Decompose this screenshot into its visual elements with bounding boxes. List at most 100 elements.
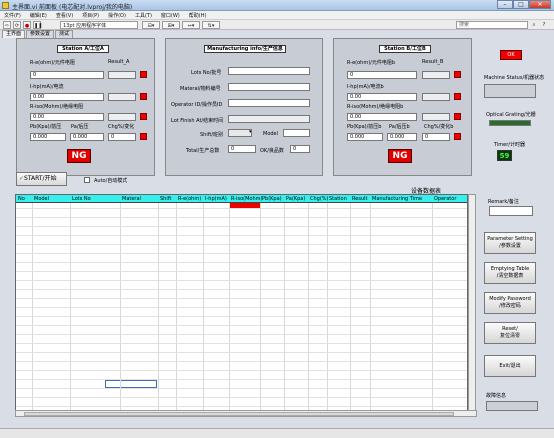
align-objects-icon[interactable]: ⊟▾ xyxy=(142,21,160,29)
modify-password-button[interactable]: Modify Password/修改密码 xyxy=(484,292,536,314)
pause-icon[interactable]: ❚❚ xyxy=(33,21,42,29)
maximize-button[interactable]: □ xyxy=(513,0,529,9)
run-continuous-icon[interactable]: ⟳ xyxy=(13,21,21,29)
horizontal-scrollbar[interactable] xyxy=(15,410,477,417)
menu-view[interactable]: 查看(V) xyxy=(56,12,73,19)
i-hp-label: I-hp(mA)/电流 xyxy=(30,84,64,90)
pb-b-label: Pb(Kpa)/前压b xyxy=(347,124,382,130)
reorder-icon[interactable]: ⇅▾ xyxy=(202,21,220,29)
r-iso-b-value: 0.00 xyxy=(347,113,417,121)
distribute-objects-icon[interactable]: ⊞▾ xyxy=(162,21,180,29)
resize-objects-icon[interactable]: ⇔▾ xyxy=(182,21,200,29)
chg-b-label: Chg%/变化b xyxy=(424,124,454,130)
optical-grating-indicator xyxy=(489,120,531,126)
auto-mode-checkbox[interactable] xyxy=(84,177,90,183)
table-row xyxy=(16,316,467,317)
abort-icon[interactable]: ● xyxy=(23,21,31,29)
menu-edit[interactable]: 编辑(E) xyxy=(30,12,47,19)
pb-value: 0.000 xyxy=(30,133,66,141)
chg-value: 0 xyxy=(108,133,136,141)
close-button[interactable]: ✕ xyxy=(529,0,551,9)
shift-label: Shift/班别 xyxy=(200,132,224,138)
table-row xyxy=(16,397,467,398)
pa-b-value: 0.000 xyxy=(387,133,417,141)
remark-input[interactable] xyxy=(489,206,533,216)
operator-input[interactable] xyxy=(228,99,310,107)
menu-help[interactable]: 帮助(H) xyxy=(189,12,207,19)
col-result: Result xyxy=(352,196,368,202)
lot-finish-label: Lot Finish At/结束时间 xyxy=(171,118,224,124)
auto-mode-label: Auto/自动模式 xyxy=(94,178,128,184)
tab-params[interactable]: 参数设置 xyxy=(26,30,55,38)
manufacturing-info-title: Manufacturing info/生产信息 xyxy=(204,45,286,53)
tab-strip: 主界面 参数设置 测试 xyxy=(2,30,74,38)
col-material: Materal xyxy=(122,196,141,202)
r-iso-b-label: R-iso(Mohm)/绝缘电阻b xyxy=(347,104,404,110)
selected-cell[interactable] xyxy=(105,380,157,388)
search-input[interactable]: 搜索 xyxy=(456,21,528,29)
exit-label: Exit/退出 xyxy=(499,363,521,369)
i-hp-b-result-box xyxy=(422,93,450,101)
r-e-b-label: R-e(ohm)/元件电阻b xyxy=(347,60,396,66)
menu-window[interactable]: 窗口(W) xyxy=(161,12,180,19)
r-e-b-value: 0 xyxy=(347,71,417,79)
run-arrow-icon[interactable]: ⇨ xyxy=(3,21,11,29)
col-chg: Chg(%) xyxy=(310,196,329,202)
station-a-panel: Station A/工位A R-e(ohm)/元件电阻 Result_A 0 I… xyxy=(16,38,155,176)
col-operator: Operator xyxy=(434,196,457,202)
start-button[interactable]: ✓START/开始 xyxy=(16,172,67,186)
emptying-table-button[interactable]: Emptying Table/清空数据表 xyxy=(484,262,536,284)
status-info-label: 故障信息 xyxy=(486,393,507,399)
r-iso-label: R-iso(Mohm)/绝缘电阻 xyxy=(30,104,84,110)
i-hp-b-value: 0.00 xyxy=(347,93,417,101)
emptying-table-label: Emptying Table xyxy=(490,266,530,272)
lot-finish-value xyxy=(228,115,310,123)
col-r-e: R-e(ohm) xyxy=(178,196,202,202)
search-icon[interactable]: ⌕ xyxy=(530,21,538,29)
pb-b-value: 0.000 xyxy=(347,133,383,141)
scroll-thumb[interactable] xyxy=(24,412,454,416)
exit-button[interactable]: Exit/退出 xyxy=(484,355,536,377)
chg-b-led xyxy=(454,133,461,140)
table-row xyxy=(16,325,467,326)
status-red-button[interactable]: OK xyxy=(500,50,522,60)
col-shift: Shift xyxy=(160,196,172,202)
i-hp-result-box xyxy=(108,93,136,101)
menu-file[interactable]: 文件(F) xyxy=(4,12,21,19)
r-iso-value: 0.00 xyxy=(30,113,104,121)
i-hp-value: 0.00 xyxy=(30,93,104,101)
minimize-button[interactable]: – xyxy=(497,0,513,9)
pa-value: 0.000 xyxy=(70,133,104,141)
reset-button[interactable]: Reset/复位清零 xyxy=(484,322,536,344)
parameter-setting-button[interactable]: Parameter Setting/参数设置 xyxy=(484,232,536,254)
table-row xyxy=(16,343,467,344)
r-iso-b-led xyxy=(454,113,461,120)
menu-bar: 文件(F) 编辑(E) 查看(V) 项目(P) 操作(O) 工具(T) 窗口(W… xyxy=(0,11,554,20)
start-button-label: START/开始 xyxy=(24,175,57,182)
menu-project[interactable]: 项目(P) xyxy=(82,12,99,19)
help-icon[interactable]: ? xyxy=(540,21,548,29)
model-input[interactable] xyxy=(283,129,310,137)
col-lots: Lots No xyxy=(72,196,91,202)
vertical-scrollbar[interactable] xyxy=(468,194,476,411)
lots-label: Lots No/批号 xyxy=(191,70,222,76)
table-row xyxy=(16,352,467,353)
title-bar: 主界面.vi 前面板 (电芯配对.lvproj/我的电脑) – □ ✕ xyxy=(0,0,554,11)
table-header: No Model Lots No Materal Shift R-e(ohm) … xyxy=(16,195,467,203)
data-table[interactable]: No Model Lots No Materal Shift R-e(ohm) … xyxy=(15,194,468,411)
parameter-setting-sublabel: /参数设置 xyxy=(499,243,521,249)
menu-tools[interactable]: 工具(T) xyxy=(135,12,152,19)
menu-operate[interactable]: 操作(O) xyxy=(108,12,126,19)
station-b-panel: Station B/工位B R-e(ohm)/元件电阻b Result_B 0 … xyxy=(333,38,472,176)
chevron-down-icon[interactable]: ▾ xyxy=(249,129,252,135)
tab-main[interactable]: 主界面 xyxy=(2,30,26,38)
font-selector[interactable]: 13pt 应用程序字体 xyxy=(60,21,138,29)
result-a-box xyxy=(108,71,136,79)
remark-label: Remark/备注 xyxy=(488,199,519,205)
operator-label: Operator ID/操作员ID xyxy=(171,102,223,108)
tab-test[interactable]: 测试 xyxy=(55,30,74,38)
lots-input[interactable] xyxy=(228,67,310,75)
ok-label: OK/良品数 xyxy=(260,148,284,154)
material-input[interactable] xyxy=(228,83,310,91)
table-row xyxy=(16,217,467,218)
